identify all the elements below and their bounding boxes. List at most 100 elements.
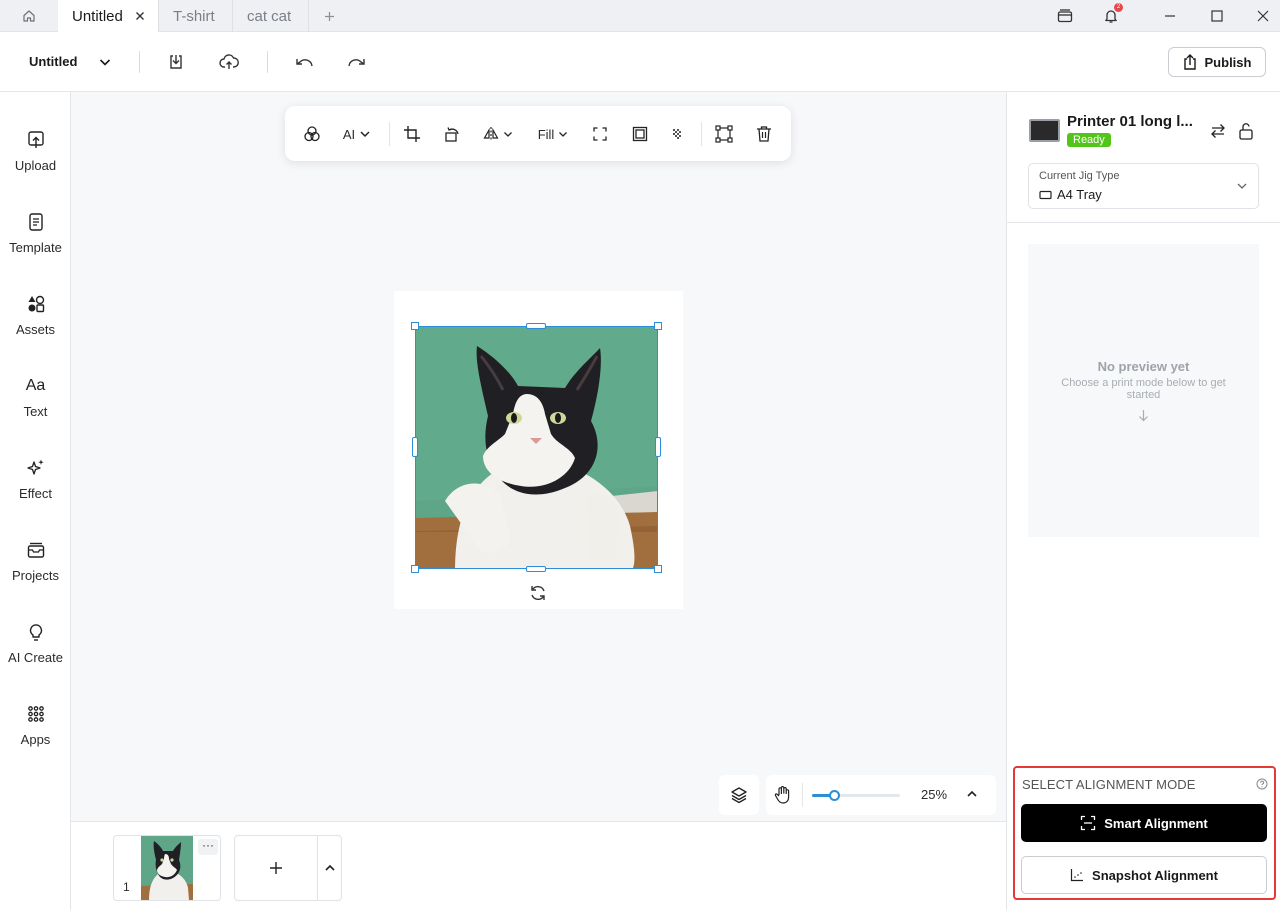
tab-t-shirt[interactable]: T-shirt: [159, 0, 233, 32]
publish-button[interactable]: Publish: [1168, 47, 1266, 77]
printer-name[interactable]: Printer 01 long l...: [1067, 113, 1193, 130]
resize-handle-top-left[interactable]: [411, 322, 419, 330]
image-toolbar: AI Fill: [285, 106, 791, 161]
close-window-button[interactable]: [1243, 0, 1280, 32]
sidebar-item-upload[interactable]: Upload: [0, 130, 71, 190]
resize-handle-bottom[interactable]: [526, 566, 546, 572]
smart-alignment-button[interactable]: Smart Alignment: [1021, 804, 1267, 842]
pages-strip: 1 ···: [71, 821, 1006, 910]
lock-button[interactable]: [1236, 121, 1256, 141]
ai-label: AI: [342, 126, 356, 142]
layers-button[interactable]: [719, 775, 759, 815]
sidebar-item-label: Text: [23, 404, 48, 419]
zoom-slider[interactable]: [812, 790, 900, 801]
sidebar-item-effect[interactable]: Effect: [0, 458, 71, 518]
document-title[interactable]: Untitled: [29, 54, 77, 69]
chevron-down-icon: [98, 55, 112, 69]
tab-untitled[interactable]: Untitled: [58, 0, 159, 32]
transform-icon: [715, 125, 733, 143]
pan-tool-button[interactable]: [774, 785, 794, 805]
minimize-button[interactable]: [1150, 0, 1190, 32]
jig-type-select[interactable]: Current Jig Type A4 Tray: [1028, 163, 1259, 209]
document-menu-button[interactable]: [91, 48, 119, 76]
resize-handle-bottom-left[interactable]: [411, 565, 419, 573]
fill-dropdown[interactable]: Fill: [535, 120, 571, 148]
color-filter-icon: [303, 125, 321, 143]
page-thumbnail[interactable]: 1 ···: [113, 835, 221, 901]
trash-icon: [756, 125, 772, 143]
print-panel: Printer 01 long l... Ready Current Jig T…: [1006, 92, 1280, 910]
add-tab-button[interactable]: [318, 0, 340, 32]
resize-handle-top-right[interactable]: [654, 322, 662, 330]
sidebar-item-projects[interactable]: Projects: [0, 540, 71, 600]
panel-divider: [1007, 222, 1280, 223]
tab-label: Untitled: [72, 7, 123, 25]
ai-tools-dropdown[interactable]: AI: [339, 120, 375, 148]
transparency-button[interactable]: [665, 120, 691, 148]
transform-button[interactable]: [711, 120, 737, 148]
sidebar-item-assets[interactable]: Assets: [0, 294, 71, 354]
snapshot-alignment-button[interactable]: Snapshot Alignment: [1021, 856, 1267, 894]
design-canvas[interactable]: AI Fill 25%: [71, 92, 1006, 821]
sidebar-item-label: Projects: [12, 568, 59, 583]
scan-icon: [1080, 815, 1096, 831]
fullscreen-icon: [592, 126, 608, 142]
resize-handle-right[interactable]: [655, 437, 661, 457]
notifications-button[interactable]: 2: [1091, 0, 1131, 32]
snapshot-alignment-label: Snapshot Alignment: [1092, 867, 1218, 883]
chevron-down-icon: [558, 129, 568, 139]
sidebar-item-template[interactable]: Template: [0, 212, 71, 272]
assets-icon: [26, 294, 46, 314]
zoom-menu-button[interactable]: [966, 788, 980, 802]
maximize-icon: [1211, 10, 1223, 22]
rotate-button[interactable]: [439, 120, 465, 148]
sidebar-item-label: Template: [9, 240, 62, 255]
color-filter-button[interactable]: [299, 120, 325, 148]
minimize-icon: [1164, 10, 1176, 22]
sidebar-item-text[interactable]: Aa Text: [0, 376, 71, 436]
toolbar-divider: [701, 122, 702, 146]
maximize-button[interactable]: [1197, 0, 1237, 32]
cat-photo[interactable]: [415, 326, 658, 569]
undo-icon: [294, 55, 314, 69]
chevron-up-icon: [966, 788, 980, 800]
status-badge: Ready: [1067, 133, 1111, 147]
resize-handle-bottom-right[interactable]: [654, 565, 662, 573]
sidebar-item-apps[interactable]: Apps: [0, 704, 71, 764]
preview-title: No preview yet: [1097, 359, 1190, 374]
zoom-slider-thumb[interactable]: [829, 790, 840, 801]
cloud-upload-icon: [219, 53, 239, 71]
download-button[interactable]: [162, 48, 190, 76]
chevron-down-icon: [1236, 180, 1248, 192]
expand-pages-button[interactable]: [318, 836, 342, 900]
toolbar-divider: [139, 51, 140, 73]
undo-button[interactable]: [290, 48, 318, 76]
zoom-level[interactable]: 25%: [921, 787, 947, 802]
share-icon: [1183, 54, 1197, 70]
sidebar-item-ai-create[interactable]: AI Create: [0, 622, 71, 682]
hand-icon: [774, 785, 794, 805]
switch-printer-button[interactable]: [1208, 121, 1228, 141]
flip-dropdown[interactable]: [481, 120, 515, 148]
resize-handle-left[interactable]: [412, 437, 418, 457]
delete-button[interactable]: [751, 120, 777, 148]
alignment-mode-title: SELECT ALIGNMENT MODE: [1022, 777, 1196, 792]
help-icon[interactable]: [1256, 778, 1268, 790]
tab-cat-cat[interactable]: cat cat: [233, 0, 309, 32]
redo-button[interactable]: [343, 48, 371, 76]
cloud-upload-button[interactable]: [215, 48, 243, 76]
page-more-button[interactable]: ···: [198, 839, 218, 855]
unlock-icon: [1238, 122, 1254, 140]
resize-handle-top[interactable]: [526, 323, 546, 329]
sidebar-item-label: Apps: [20, 732, 51, 747]
printer-thumbnail: [1029, 119, 1060, 142]
home-tab[interactable]: [0, 0, 58, 32]
crop-button[interactable]: [399, 120, 425, 148]
fullscreen-button[interactable]: [587, 120, 613, 148]
frame-button[interactable]: [627, 120, 653, 148]
plus-icon: [269, 861, 283, 875]
close-tab-icon[interactable]: [135, 11, 145, 21]
add-page-button[interactable]: [235, 836, 317, 900]
rotate-handle[interactable]: [528, 583, 548, 603]
tray-button[interactable]: [1045, 0, 1085, 32]
